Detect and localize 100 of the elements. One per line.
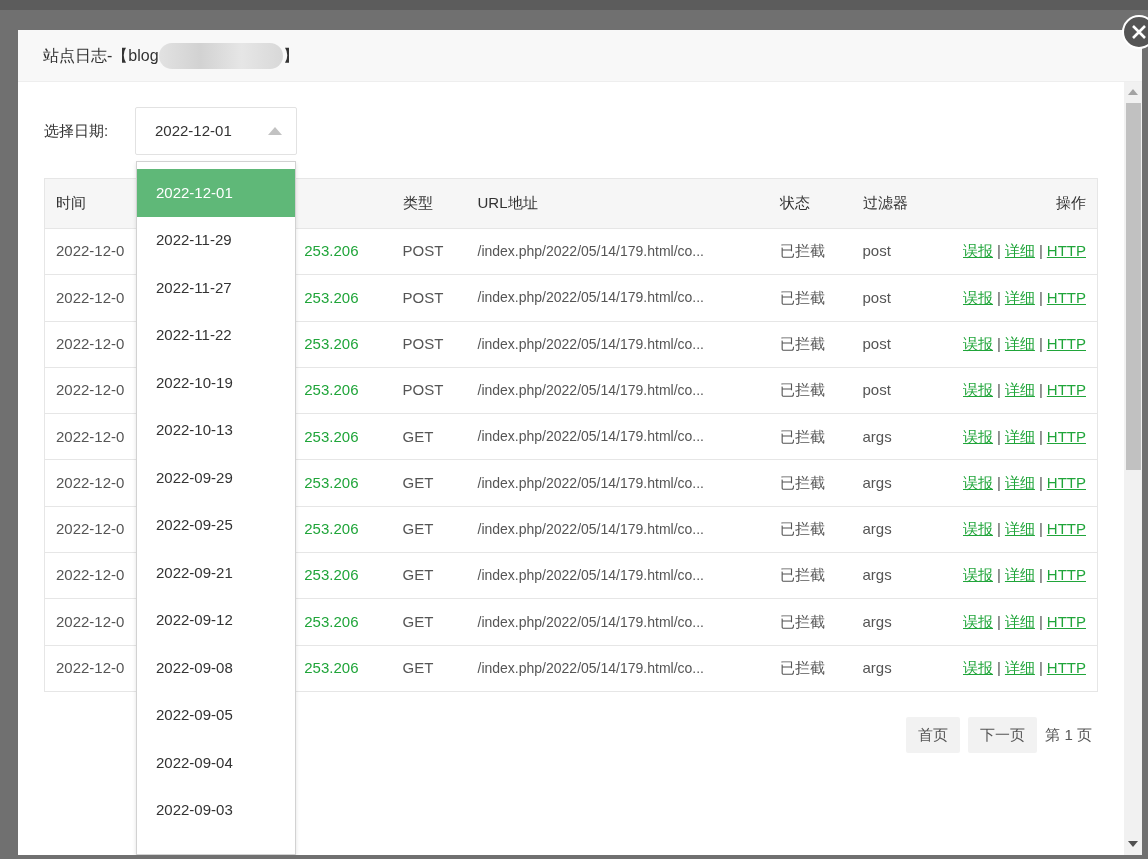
dropdown-option[interactable]: 2022-09-03 [137, 786, 295, 834]
page-button[interactable]: 首页 [906, 716, 961, 753]
column-header: 状态 [779, 194, 810, 212]
table-cell: post [862, 381, 891, 399]
table-cell: /index.php/2022/05/14/179.html/co... [477, 335, 704, 352]
action-link[interactable]: HTTP [1046, 473, 1086, 491]
action-link[interactable]: HTTP [1046, 381, 1086, 399]
table-cell: /index.php/2022/05/14/179.html/co... [477, 659, 704, 676]
action-link[interactable]: 误报 [963, 427, 993, 445]
dropdown-option[interactable]: 2022-09-04 [137, 739, 295, 787]
table-cell: /index.php/2022/05/14/179.html/co... [477, 567, 704, 584]
scroll-up-icon[interactable] [1128, 89, 1138, 95]
table-cell: 2022-12-0 [56, 335, 125, 352]
action-link[interactable]: 详细 [1004, 427, 1035, 445]
action-link[interactable]: 详细 [1004, 288, 1035, 306]
dropdown-option[interactable]: 2022-09-21 [137, 549, 295, 597]
table-cell: 2022-12-0 [56, 427, 125, 445]
table-cell: args [862, 427, 892, 445]
table-cell: /index.php/2022/05/14/179.html/co... [477, 382, 704, 399]
action-link[interactable]: 详细 [1004, 381, 1035, 399]
action-link[interactable]: 误报 [963, 381, 993, 399]
table-cell: 2022-12-0 [56, 381, 125, 399]
date-select[interactable]: 2022-12-01 [135, 107, 297, 155]
table-cell: 已拦截 [779, 473, 825, 491]
close-button[interactable] [1122, 15, 1148, 49]
dropdown-option[interactable]: 2022-09-29 [137, 454, 295, 502]
separator-text: | [1037, 520, 1044, 538]
table-cell: 253.206 [304, 612, 359, 630]
action-link[interactable]: 误报 [963, 473, 993, 491]
separator-text: | [1037, 427, 1044, 445]
action-link[interactable]: 误报 [963, 335, 993, 352]
action-link[interactable]: 详细 [1004, 473, 1035, 491]
dropdown-option[interactable]: 2022-09-25 [137, 501, 295, 549]
caret-up-icon [268, 127, 282, 135]
action-link[interactable]: 详细 [1004, 242, 1035, 260]
action-link[interactable]: HTTP [1046, 242, 1086, 260]
action-link[interactable]: 详细 [1004, 520, 1035, 538]
table-cell: 已拦截 [779, 381, 825, 399]
page-button[interactable]: 下一页 [968, 716, 1038, 753]
action-link[interactable]: 误报 [963, 612, 993, 630]
separator-text: | [1037, 381, 1044, 399]
dropdown-option[interactable]: 2022-09-08 [137, 644, 295, 692]
action-link[interactable]: 详细 [1004, 566, 1035, 584]
action-link[interactable]: 误报 [963, 288, 993, 306]
table-cell: 253.206 [304, 288, 359, 306]
table-cell: 2022-12-0 [56, 659, 125, 677]
scroll-down-icon[interactable] [1128, 841, 1138, 847]
dropdown-option[interactable]: 2022-11-27 [137, 264, 295, 312]
column-header: URL地址 [477, 194, 538, 212]
action-link[interactable]: HTTP [1046, 427, 1086, 445]
table-cell: 已拦截 [779, 427, 825, 445]
action-link[interactable]: 详细 [1004, 335, 1035, 352]
table-cell: post [862, 242, 891, 260]
separator-text: | [1037, 288, 1044, 306]
table-cell: 2022-12-0 [56, 520, 125, 538]
separator-text: | [996, 612, 1002, 630]
dropdown-option[interactable]: 2022-09-12 [137, 596, 295, 644]
action-link[interactable]: HTTP [1046, 288, 1086, 306]
table-cell: 253.206 [304, 427, 359, 445]
dialog-title: 】 [282, 45, 299, 66]
table-cell: 2022-12-0 [56, 242, 125, 260]
action-link[interactable]: 误报 [963, 659, 993, 677]
action-link[interactable]: HTTP [1046, 659, 1086, 677]
action-link[interactable]: 误报 [963, 520, 993, 538]
table-cell: GET [402, 427, 434, 445]
table-cell: args [862, 520, 892, 538]
scroll-thumb[interactable] [1126, 103, 1141, 470]
table-cell: GET [402, 612, 434, 630]
action-link[interactable]: 详细 [1004, 612, 1035, 630]
separator-text: | [996, 473, 1002, 491]
dropdown-option[interactable]: 2022-12-01 [137, 169, 295, 217]
separator-text: | [996, 288, 1002, 306]
action-link[interactable]: HTTP [1046, 566, 1086, 584]
scrollbar[interactable] [1124, 82, 1142, 855]
table-cell: args [862, 566, 892, 584]
action-link[interactable]: 误报 [963, 566, 993, 584]
table-cell: 已拦截 [779, 335, 825, 352]
column-header: 操作 [1056, 194, 1086, 212]
dropdown-option[interactable]: 2022-10-13 [137, 406, 295, 454]
dropdown-option[interactable]: 2022-10-19 [137, 359, 295, 407]
dropdown-option[interactable]: 2022-09-05 [137, 691, 295, 739]
table-cell: 2022-12-0 [56, 473, 125, 491]
table-cell: /index.php/2022/05/14/179.html/co... [477, 520, 704, 537]
table-cell: /index.php/2022/05/14/179.html/co... [477, 474, 704, 491]
separator-text: | [1037, 612, 1044, 630]
table-cell: 已拦截 [779, 288, 825, 306]
column-header: 类型 [402, 194, 433, 212]
table-cell: /index.php/2022/05/14/179.html/co... [477, 243, 704, 260]
table-cell: args [862, 612, 892, 630]
action-link[interactable]: HTTP [1046, 520, 1086, 538]
action-link[interactable]: HTTP [1046, 335, 1086, 352]
table-cell: GET [402, 520, 434, 538]
close-icon [1131, 24, 1147, 40]
action-link[interactable]: 详细 [1004, 659, 1035, 677]
table-cell: 253.206 [304, 473, 359, 491]
action-link[interactable]: HTTP [1046, 612, 1086, 630]
dropdown-option[interactable]: 2022-11-22 [137, 311, 295, 359]
dropdown-option[interactable]: 2022-11-29 [137, 216, 295, 264]
table-cell: 已拦截 [779, 566, 825, 584]
action-link[interactable]: 误报 [963, 242, 993, 260]
